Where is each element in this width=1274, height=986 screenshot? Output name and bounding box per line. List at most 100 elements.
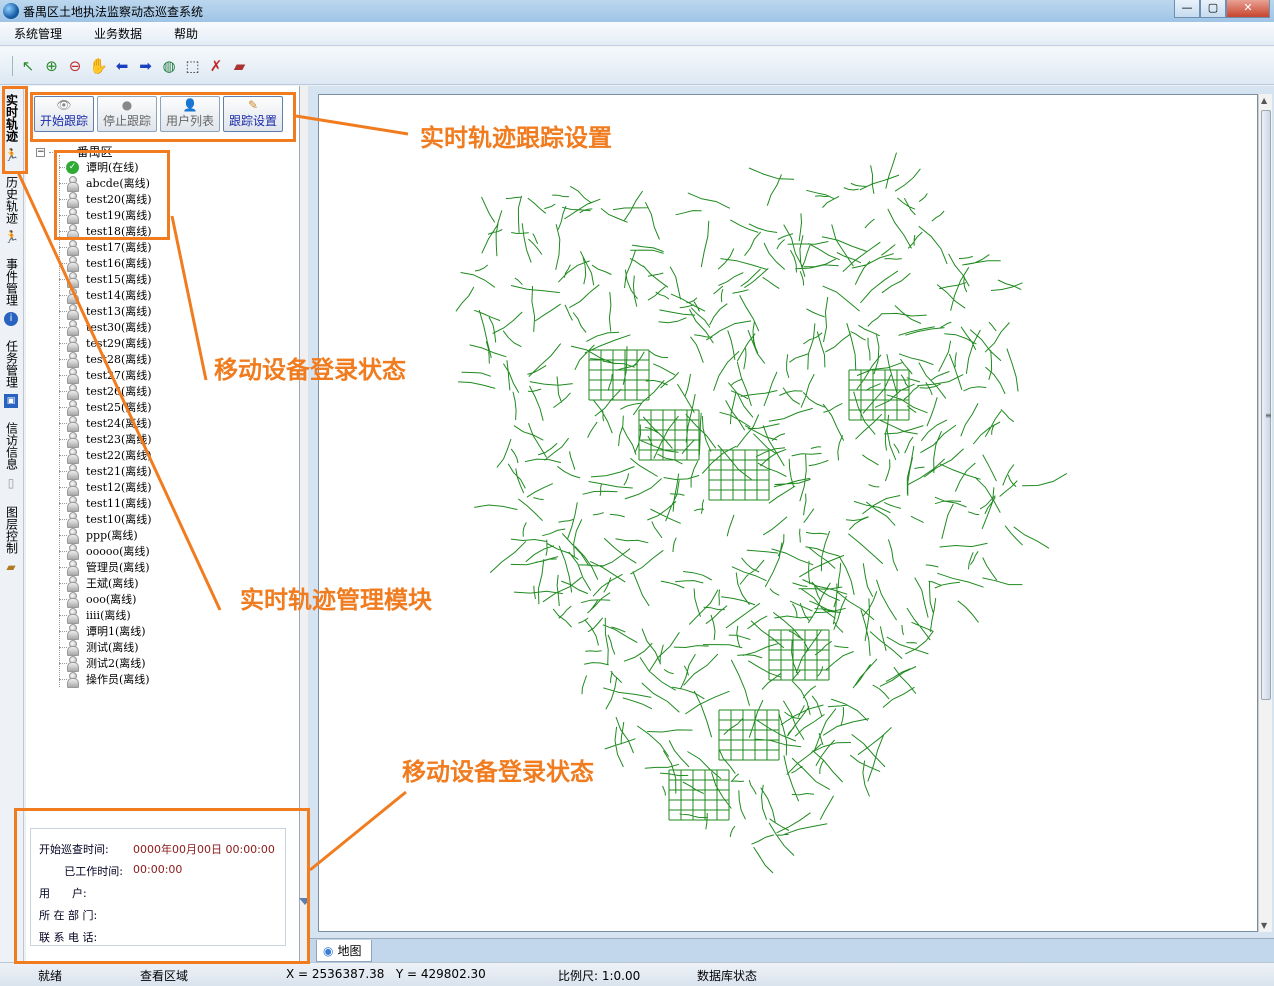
close-button[interactable]: ✕ (1226, 0, 1270, 18)
tree-user-item[interactable]: 管理员 (离线) (59, 559, 150, 576)
forward-arrow-icon[interactable]: ➡ (135, 55, 157, 77)
runner-icon[interactable]: 🏃 (4, 230, 19, 244)
offline-user-icon (66, 432, 79, 448)
user-status: (离线) (121, 353, 152, 366)
offline-user-icon (66, 368, 79, 384)
user-name: test27 (86, 368, 121, 382)
select-arrow-icon[interactable]: ↖ (17, 55, 39, 77)
tree-user-item[interactable]: test12 (离线) (59, 479, 152, 496)
tree-user-item[interactable]: test22 (离线) (59, 447, 152, 464)
user-status: (离线) (100, 609, 131, 622)
status-ready: 就绪 (38, 969, 63, 983)
maximize-button[interactable]: ▢ (1200, 0, 1226, 18)
tree-user-item[interactable]: test11 (离线) (59, 495, 152, 512)
offline-user-icon (66, 672, 79, 688)
tree-user-item[interactable]: 测试2 (离线) (59, 655, 146, 672)
window-controls: — ▢ ✕ (1174, 0, 1270, 18)
tab-history-track[interactable]: 历史轨迹 (2, 174, 22, 228)
pan-hand-icon[interactable]: ✋ (88, 55, 110, 77)
tree-user-item[interactable]: test21 (离线) (59, 463, 152, 480)
tree-user-item[interactable]: test10 (离线) (59, 511, 152, 528)
highlight-info-box (14, 808, 310, 964)
user-name: test24 (86, 416, 121, 430)
map-canvas[interactable] (318, 94, 1258, 932)
offline-user-icon (66, 352, 79, 368)
scroll-up-icon[interactable]: ▲ (1261, 96, 1267, 105)
title-bar: 番禺区土地执法监察动态巡查系统 — ▢ ✕ (0, 0, 1274, 22)
status-bar: 就绪 查看区域 X = 2536387.38 Y = 429802.30 比例尺… (0, 962, 1274, 986)
user-name: 王斌 (86, 577, 108, 590)
user-name: 谭明1 (86, 625, 115, 638)
offline-user-icon (66, 400, 79, 416)
user-status: (离线) (121, 433, 152, 446)
eraser-icon[interactable]: ▰ (229, 55, 251, 77)
tree-user-item[interactable]: 王斌 (离线) (59, 575, 139, 592)
zoom-out-icon[interactable]: ⊖ (64, 55, 86, 77)
user-status: (离线) (121, 497, 152, 510)
user-name: 测试 (86, 641, 108, 654)
tree-user-item[interactable]: test17 (离线) (59, 239, 152, 256)
tree-user-item[interactable]: ppp (离线) (59, 527, 138, 544)
user-status: (离线) (121, 401, 152, 414)
status-coordinates: X = 2536387.38 Y = 429802.30 (286, 967, 486, 981)
scroll-down-icon[interactable]: ▼ (1261, 921, 1267, 930)
tree-user-item[interactable]: test24 (离线) (59, 415, 152, 432)
user-status: (离线) (119, 673, 150, 686)
tree-user-item[interactable]: test14 (离线) (59, 287, 152, 304)
globe-icon[interactable]: ◍ (158, 55, 180, 77)
tree-user-item[interactable]: 测试 (离线) (59, 639, 139, 656)
tree-user-item[interactable]: test25 (离线) (59, 399, 152, 416)
offline-user-icon (66, 336, 79, 352)
tree-user-item[interactable]: ooooo (离线) (59, 543, 150, 560)
user-status: (离线) (108, 577, 139, 590)
minimize-button[interactable]: — (1174, 0, 1200, 18)
offline-user-icon (66, 640, 79, 656)
user-status: (离线) (107, 529, 138, 542)
tree-user-item[interactable]: iiii (离线) (59, 607, 131, 624)
task-icon[interactable]: ▣ (4, 394, 18, 408)
document-icon[interactable]: ▯ (4, 476, 18, 490)
back-arrow-icon[interactable]: ⬅ (111, 55, 133, 77)
tree-user-item[interactable]: ooo (离线) (59, 591, 136, 608)
user-status: (离线) (121, 273, 152, 286)
tree-user-item[interactable]: test29 (离线) (59, 335, 152, 352)
user-name: 测试2 (86, 657, 115, 670)
tab-layer-control[interactable]: 图层控制 (2, 504, 22, 558)
tab-event-management[interactable]: 事件管理 (2, 256, 22, 310)
tree-user-item[interactable]: test28 (离线) (59, 351, 152, 368)
tree-user-item[interactable]: test13 (离线) (59, 303, 152, 320)
user-name: test29 (86, 336, 121, 350)
user-status: (离线) (121, 465, 152, 478)
tree-user-item[interactable]: 操作员 (离线) (59, 671, 150, 688)
info-icon[interactable]: i (4, 312, 18, 326)
highlight-track-buttons (30, 92, 296, 142)
tree-user-item[interactable]: test23 (离线) (59, 431, 152, 448)
tab-map[interactable]: ◉ 地图 (316, 940, 372, 962)
tab-petition-info[interactable]: 信访信息 (2, 420, 22, 474)
tree-user-item[interactable]: test16 (离线) (59, 255, 152, 272)
clear-selection-icon[interactable]: ✗ (205, 55, 227, 77)
user-status: (离线) (121, 257, 152, 270)
menu-business-data[interactable]: 业务数据 (88, 23, 148, 44)
highlight-login-status (54, 150, 170, 240)
map-container: ▲ ≡ ▼ (308, 86, 1274, 938)
scrollbar-thumb[interactable]: ≡ (1261, 110, 1272, 700)
tree-user-item[interactable]: test26 (离线) (59, 383, 152, 400)
user-status: (离线) (121, 321, 152, 334)
user-name: ppp (86, 528, 108, 542)
collapse-toggle-icon[interactable]: − (36, 148, 45, 157)
map-vertical-scrollbar[interactable]: ▲ ≡ ▼ (1258, 94, 1272, 932)
tree-user-item[interactable]: test15 (离线) (59, 271, 152, 288)
layers-icon[interactable]: ▰ (4, 560, 18, 574)
zoom-in-icon[interactable]: ⊕ (41, 55, 63, 77)
menu-system[interactable]: 系统管理 (8, 23, 68, 44)
tree-user-item[interactable]: test27 (离线) (59, 367, 152, 384)
road-network-map[interactable] (319, 95, 1259, 933)
user-name: test30 (86, 320, 121, 334)
tab-task-management[interactable]: 任务管理 (2, 338, 22, 392)
offline-user-icon (66, 608, 79, 624)
tree-user-item[interactable]: 谭明1 (离线) (59, 623, 146, 640)
menu-help[interactable]: 帮助 (168, 23, 204, 44)
tree-user-item[interactable]: test30 (离线) (59, 319, 152, 336)
full-extent-icon[interactable]: ⬚ (182, 55, 204, 77)
